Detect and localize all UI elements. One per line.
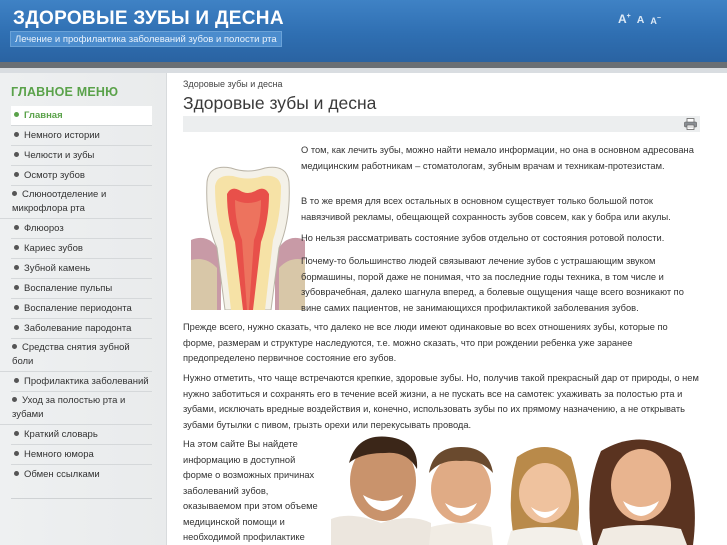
bullet-icon — [14, 377, 19, 383]
family-photo — [331, 433, 700, 545]
drill-paragraph: Почему-то большинство людей связывают ле… — [301, 256, 684, 313]
bullet-icon — [14, 111, 19, 117]
main-menu: Главная Немного истории Челюсти и зубы О… — [0, 106, 152, 499]
menu-item-jaws[interactable]: Челюсти и зубы — [11, 146, 152, 166]
menu-item-link-exchange[interactable]: Обмен ссылками — [11, 465, 152, 484]
sidebar: ГЛАВНОЕ МЕНЮ Главная Немного истории Чел… — [0, 73, 167, 545]
bullet-icon — [14, 244, 19, 250]
main-menu-title: ГЛАВНОЕ МЕНЮ — [11, 85, 119, 99]
font-decrease-button[interactable]: A− — [650, 15, 661, 26]
bullet-icon — [12, 343, 17, 349]
bullet-icon — [12, 190, 17, 196]
menu-item-paradontosis[interactable]: Заболевание пародонта — [11, 319, 152, 339]
site-header: ЗДОРОВЫЕ ЗУБЫ И ДЕСНА Лечение и профилак… — [0, 0, 727, 62]
font-reset-button[interactable]: A — [637, 14, 645, 26]
menu-item-periodontitis[interactable]: Воспаление периодонта — [11, 299, 152, 319]
menu-item-humor[interactable]: Немного юмора — [11, 445, 152, 465]
tooth-illustration — [191, 160, 305, 310]
menu-item-pain-relief[interactable]: Средства снятия зубной боли — [0, 339, 152, 372]
menu-item-pulpitis[interactable]: Воспаление пульпы — [11, 279, 152, 299]
bullet-icon — [14, 264, 19, 270]
oral-cavity-paragraph: Но нельзя рассматривать состояние зубов … — [301, 233, 665, 243]
bullet-icon — [14, 151, 19, 157]
menu-item-prevention[interactable]: Профилактика заболеваний — [11, 372, 152, 392]
menu-item-fluorosis[interactable]: Флюороз — [11, 219, 152, 239]
bullet-icon — [14, 224, 19, 230]
bullet-icon — [14, 131, 19, 137]
print-icon[interactable] — [684, 118, 697, 130]
heredity-paragraph: Прежде всего, нужно сказать, что далеко … — [183, 322, 668, 363]
menu-item-history[interactable]: Немного истории — [11, 126, 152, 146]
bullet-icon — [14, 470, 19, 476]
menu-item-glossary[interactable]: Краткий словарь — [11, 425, 152, 445]
menu-item-exam[interactable]: Осмотр зубов — [11, 166, 152, 186]
menu-footer-divider — [11, 498, 152, 499]
menu-item-tartar[interactable]: Зубной камень — [11, 259, 152, 279]
article-toolbar — [183, 116, 700, 132]
font-increase-button[interactable]: A+ — [618, 12, 631, 26]
site-tagline: Лечение и профилактика заболеваний зубов… — [10, 31, 282, 47]
menu-item-saliva[interactable]: Слюноотделение и микрофлора рта — [0, 186, 152, 219]
bullet-icon — [14, 430, 19, 436]
care-paragraph: Нужно отметить, что чаще встречаются кре… — [183, 373, 699, 430]
bullet-icon — [14, 171, 19, 177]
bullet-icon — [14, 284, 19, 290]
site-title[interactable]: ЗДОРОВЫЕ ЗУБЫ И ДЕСНА — [13, 8, 284, 30]
bullet-icon — [14, 324, 19, 330]
menu-item-oral-care[interactable]: Уход за полостью рта и зубами — [0, 392, 152, 425]
breadcrumb[interactable]: Здоровые зубы и десна — [183, 79, 282, 89]
intro-paragraph: О том, как лечить зубы, можно найти нема… — [301, 145, 694, 171]
bullet-icon — [12, 396, 17, 402]
menu-item-caries[interactable]: Кариес зубов — [11, 239, 152, 259]
page-title: Здоровые зубы и десна — [183, 93, 377, 113]
bullet-icon — [14, 304, 19, 310]
bullet-icon — [14, 450, 19, 456]
font-size-controls: A+ A A− — [618, 12, 661, 26]
ads-paragraph: В то же время для всех остальных в основ… — [301, 196, 671, 222]
site-info-paragraph: На этом сайте Вы найдете информацию в до… — [183, 439, 318, 542]
menu-item-home[interactable]: Главная — [11, 106, 152, 126]
